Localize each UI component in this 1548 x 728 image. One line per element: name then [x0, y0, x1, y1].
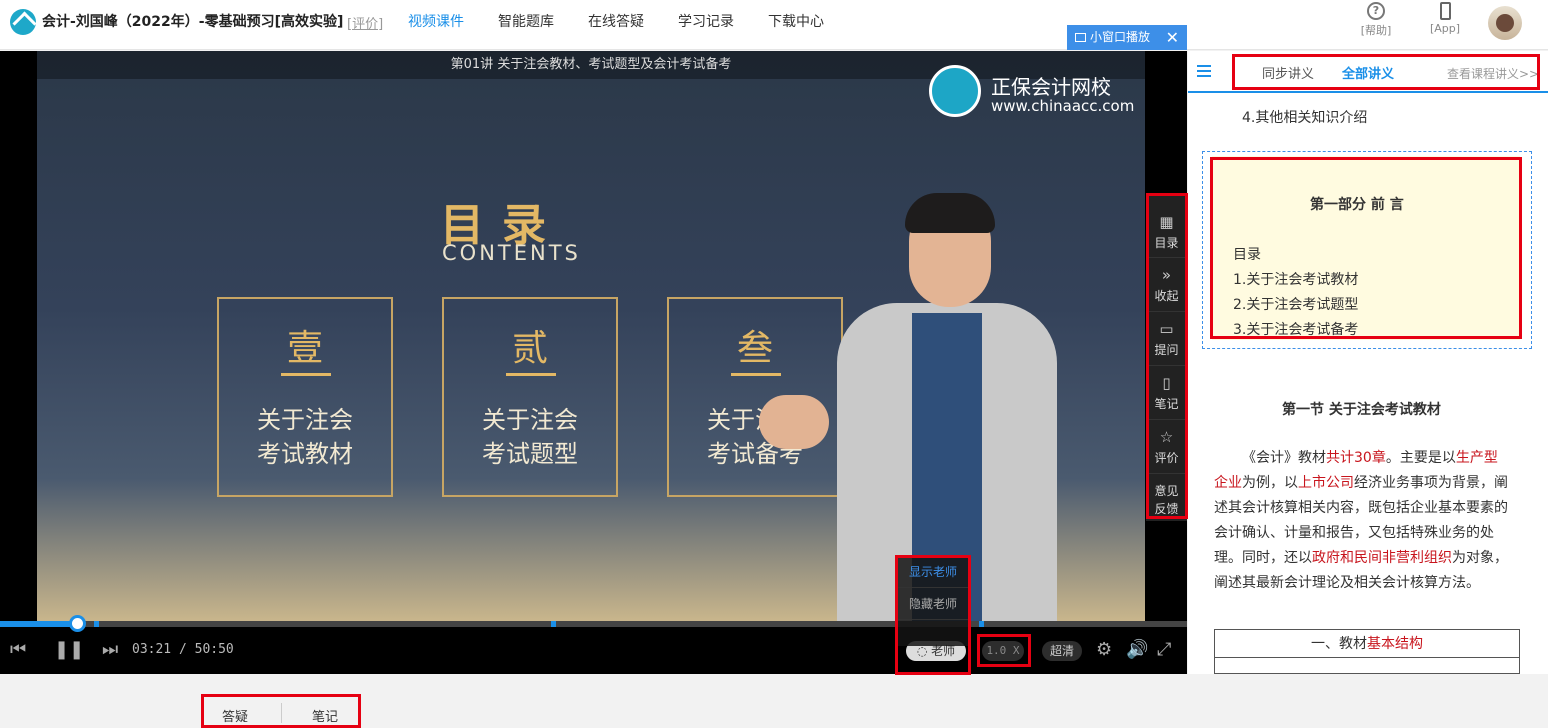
- section-title: 第一节 关于注会考试教材: [1282, 402, 1441, 418]
- phone-icon: [1439, 2, 1451, 20]
- card-number: 贰: [511, 328, 548, 369]
- logo-icon: [10, 9, 36, 35]
- nav-online-qa[interactable]: 在线答疑: [588, 11, 644, 31]
- course-title: 会计-刘国峰（2022年）-零基础预习[高效实验]: [42, 14, 344, 30]
- tab-divider: [281, 703, 282, 723]
- brand-name: 正保会计网校: [991, 75, 1111, 99]
- settings-icon[interactable]: ⚙: [1096, 641, 1112, 659]
- card-number: 壹: [286, 328, 323, 369]
- card-text: 关于注会 考试教材: [257, 406, 353, 468]
- total-time: 50:50: [194, 642, 234, 657]
- highlight-box: [1232, 54, 1540, 90]
- nav-video-courseware[interactable]: 视频课件: [408, 11, 464, 31]
- pause-icon[interactable]: ❚❚: [54, 641, 84, 659]
- help-button[interactable]: ? [帮助]: [1356, 2, 1396, 38]
- structure-table: 一、教材基本结构: [1214, 629, 1520, 674]
- close-icon[interactable]: ✕: [1166, 25, 1179, 50]
- quality-button[interactable]: 超清: [1042, 641, 1082, 661]
- menu-icon[interactable]: [1197, 65, 1211, 77]
- card-number: 叁: [736, 328, 773, 369]
- rating-link[interactable]: [评价]: [347, 13, 383, 32]
- table-title: 一、教材基本结构: [1215, 630, 1519, 658]
- brand-logo-icon: [929, 65, 981, 117]
- highlight-box: [1210, 157, 1522, 339]
- slide-card: 壹 关于注会 考试教材: [217, 297, 393, 497]
- slide-heading-en: CONTENTS: [442, 241, 581, 265]
- fullscreen-icon[interactable]: ⤢: [1157, 641, 1171, 659]
- mini-window-label: 小窗口播放: [1090, 30, 1151, 44]
- main-nav: 视频课件 智能题库 在线答疑 学习记录 下载中心: [408, 11, 824, 31]
- time-display: 03:21 / 50:50: [132, 642, 234, 657]
- card-divider: [731, 373, 781, 376]
- help-icon: ?: [1367, 2, 1385, 20]
- mini-window-button[interactable]: 小窗口播放 ✕: [1067, 25, 1187, 50]
- next-icon[interactable]: ⏭: [102, 641, 118, 659]
- tab-qa[interactable]: 答疑: [222, 706, 248, 725]
- video-player[interactable]: 第01讲 关于注会教材、考试题型及会计考试备考 正保会计网校 www.china…: [0, 51, 1187, 674]
- help-label: [帮助]: [1360, 24, 1392, 37]
- notes-panel: 同步讲义 全部讲义 查看课程讲义>> 4.其他相关知识介绍 第一部分 前 言 目…: [1188, 51, 1548, 674]
- nav-download-center[interactable]: 下载中心: [768, 11, 824, 31]
- highlight-box: [977, 634, 1031, 667]
- top-header: 会计-刘国峰（2022年）-零基础预习[高效实验] [评价] 视频课件 智能题库…: [0, 0, 1548, 50]
- video-frame[interactable]: 第01讲 关于注会教材、考试题型及会计考试备考 正保会计网校 www.china…: [37, 51, 1145, 621]
- note-item-4: 4.其他相关知识介绍: [1242, 110, 1368, 126]
- teacher-figure: [759, 163, 1087, 621]
- card-divider: [506, 373, 556, 376]
- nav-study-record[interactable]: 学习记录: [678, 11, 734, 31]
- app-label: [App]: [1429, 22, 1461, 35]
- nav-question-bank[interactable]: 智能题库: [498, 11, 554, 31]
- highlight-box: [1146, 193, 1188, 519]
- previous-icon[interactable]: ⏮: [10, 641, 26, 659]
- avatar[interactable]: [1488, 6, 1522, 40]
- card-text: 关于注会 考试题型: [482, 406, 578, 468]
- app-button[interactable]: [App]: [1425, 2, 1465, 35]
- card-divider: [281, 373, 331, 376]
- brand-watermark: 正保会计网校 www.chinaacc.com: [927, 65, 1145, 121]
- window-icon: [1075, 33, 1086, 42]
- volume-icon[interactable]: 🔊: [1126, 641, 1148, 659]
- current-time: 03:21: [132, 642, 172, 657]
- slide-card: 贰 关于注会 考试题型: [442, 297, 618, 497]
- highlight-box: [895, 555, 971, 675]
- section-paragraph: 《会计》教材共计30章。主要是以生产型企业为例，以上市公司经济业务事项为背景，阐…: [1214, 450, 1508, 591]
- tab-notes[interactable]: 笔记: [312, 706, 338, 725]
- brand-url: www.chinaacc.com: [991, 97, 1135, 115]
